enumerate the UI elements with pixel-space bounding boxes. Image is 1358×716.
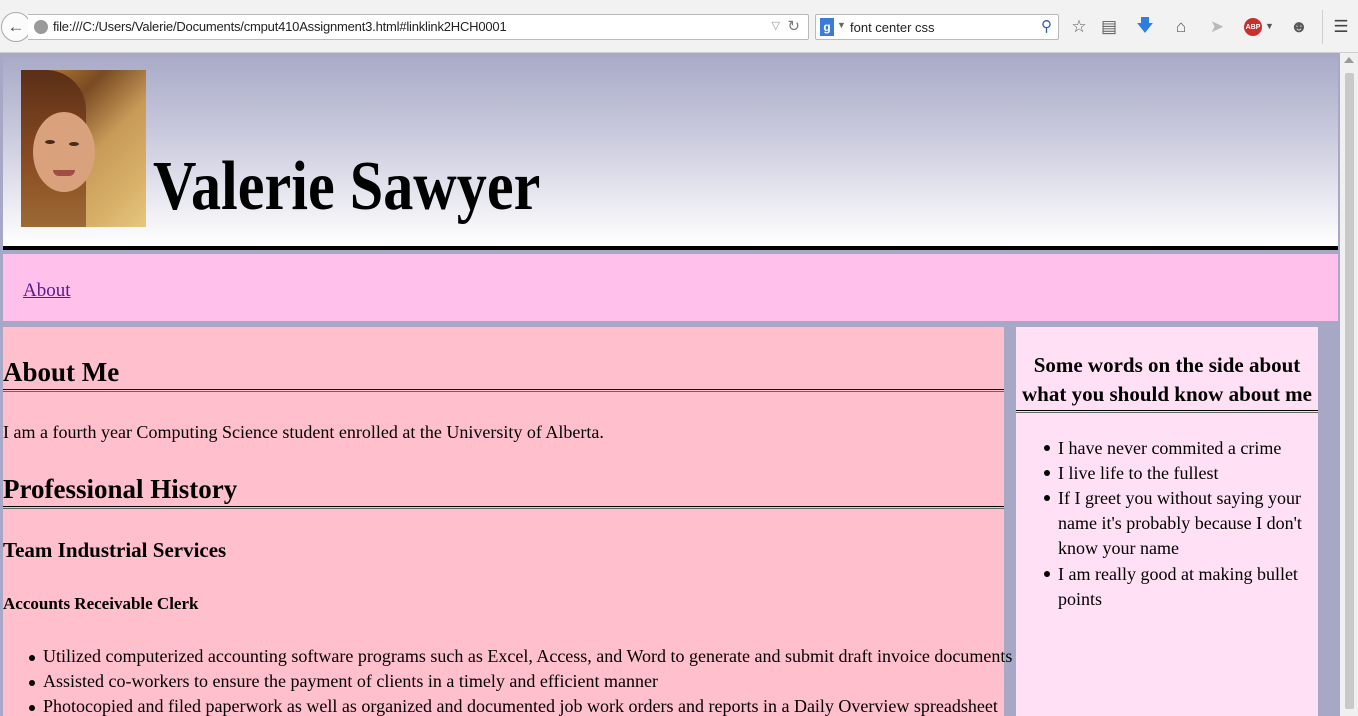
main-content: About Me I am a fourth year Computing Sc… [3, 327, 1012, 716]
back-button[interactable]: ← [1, 12, 31, 42]
history-dropdown-icon[interactable]: ▽ [772, 19, 780, 32]
history-heading-rule [3, 506, 1004, 507]
send-icon[interactable]: ➤ [1206, 16, 1228, 38]
browser-toolbar: ← file:///C:/Users/Valerie/Documents/cmp… [0, 0, 1358, 53]
nav-link-about[interactable]: About [23, 280, 71, 302]
sidebar: Some words on the side about what you sh… [1016, 327, 1318, 716]
vertical-scrollbar[interactable] [1340, 53, 1358, 716]
globe-icon [34, 20, 48, 34]
list-item: I have never commited a crime [1044, 436, 1320, 461]
page-header: Valerie Sawyer [3, 57, 1338, 250]
sidebar-title-rule [1016, 410, 1318, 411]
menu-icon[interactable]: ☰ [1330, 16, 1352, 38]
history-heading: Professional History [3, 474, 238, 504]
sidebar-title: Some words on the side about what you sh… [1021, 353, 1312, 406]
adblock-icon[interactable]: ABP [1244, 18, 1262, 36]
list-item: Photocopied and filed paperwork as well … [29, 696, 998, 716]
reload-icon[interactable]: ↻ [787, 17, 800, 35]
scroll-up-icon[interactable] [1344, 57, 1354, 63]
scroll-thumb[interactable] [1345, 73, 1354, 709]
list-item: Utilized computerized accounting softwar… [28, 646, 1013, 666]
arrow-left-icon: ← [7, 17, 25, 36]
smiley-icon[interactable]: ☻ [1288, 16, 1310, 38]
clipboard-icon[interactable]: ▤ [1098, 16, 1120, 38]
list-item: If I greet you without saying your name … [1044, 486, 1320, 561]
page-viewport: Valerie Sawyer About About Me I am a fou… [0, 53, 1340, 716]
star-icon[interactable]: ☆ [1068, 16, 1090, 38]
home-icon[interactable]: ⌂ [1170, 16, 1192, 38]
google-g-icon[interactable]: g [820, 18, 834, 36]
page-title: Valerie Sawyer [153, 148, 541, 225]
list-item: I live life to the fullest [1044, 461, 1320, 486]
engine-dropdown-icon[interactable]: ▼ [837, 20, 846, 30]
job-role: Accounts Receivable Clerk [3, 594, 199, 613]
address-bar[interactable]: file:///C:/Users/Valerie/Documents/cmput… [28, 14, 809, 40]
company-name: Team Industrial Services [3, 538, 227, 562]
adblock-dropdown-icon[interactable]: ▼ [1265, 21, 1274, 31]
toolbar-divider [1322, 10, 1323, 44]
search-input[interactable]: font center css [850, 20, 935, 35]
about-heading-rule [3, 389, 1004, 390]
nav-bar: About [3, 254, 1338, 321]
about-text: I am a fourth year Computing Science stu… [3, 422, 604, 442]
url-text[interactable]: file:///C:/Users/Valerie/Documents/cmput… [53, 19, 507, 34]
list-item: I am really good at making bullet points [1044, 562, 1320, 612]
list-item: Assisted co-workers to ensure the paymen… [29, 671, 658, 691]
search-icon[interactable]: ⚲ [1041, 17, 1052, 35]
profile-photo [21, 70, 146, 227]
search-bar[interactable]: g ▼ font center css ⚲ [815, 14, 1059, 40]
about-heading: About Me [3, 357, 120, 387]
download-icon[interactable]: 🡇 [1134, 16, 1156, 38]
